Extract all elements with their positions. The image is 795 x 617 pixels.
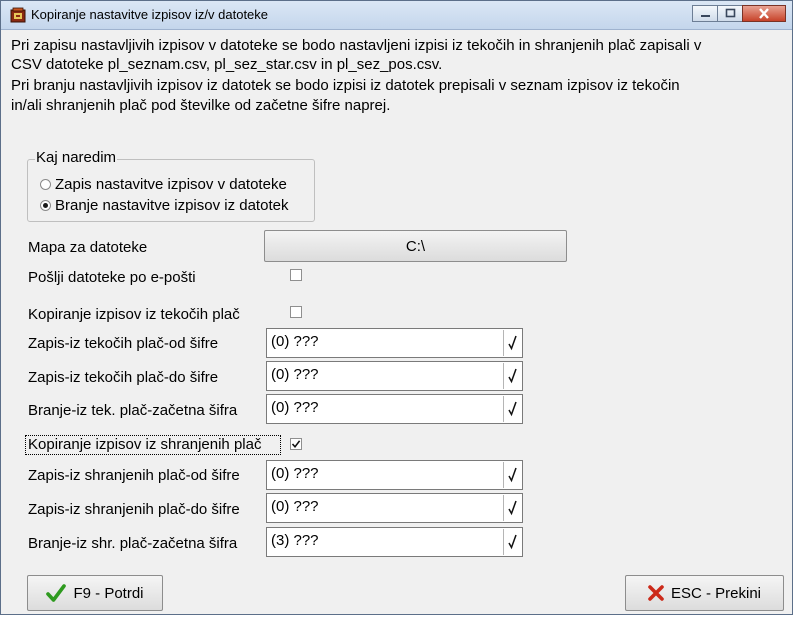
current-start-label: Branje-iz tek. plač-začetna šifra: [28, 402, 238, 419]
current-copy-checkbox[interactable]: [290, 306, 302, 318]
current-copy-label: Kopiranje izpisov iz tekočih plač: [28, 306, 240, 323]
check-picker-icon: [508, 368, 517, 384]
saved-to-field[interactable]: [266, 493, 523, 523]
confirm-button[interactable]: F9 - Potrdi: [27, 575, 163, 611]
description-line-3: Pri branju nastavljivih izpisov iz datot…: [11, 77, 680, 94]
current-start-input[interactable]: [271, 397, 496, 417]
maximize-button[interactable]: [717, 5, 743, 22]
email-checkbox[interactable]: [290, 269, 302, 281]
title-bar[interactable]: Kopiranje nastavitve izpisov iz/v datote…: [1, 1, 792, 30]
check-picker-icon: [508, 335, 517, 351]
x-icon: [648, 585, 664, 601]
email-label: Pošlji datoteke po e-pošti: [28, 269, 196, 286]
current-to-picker[interactable]: [503, 363, 521, 389]
dialog-content: Pri zapisu nastavljivih izpisov v datote…: [1, 30, 792, 614]
saved-from-input[interactable]: [271, 463, 496, 483]
checkmark-icon: [291, 440, 301, 449]
current-start-field[interactable]: [266, 394, 523, 424]
check-picker-icon: [508, 500, 517, 516]
cancel-button-label: ESC - Prekini: [670, 584, 762, 602]
folder-icon: [10, 7, 26, 23]
radio-read-option[interactable]: Branje nastavitve izpisov iz datotek: [40, 197, 288, 214]
check-picker-icon: [508, 467, 517, 483]
description-line-1: Pri zapisu nastavljivih izpisov v datote…: [11, 37, 702, 54]
window-title: Kopiranje nastavitve izpisov iz/v datote…: [31, 7, 269, 22]
current-to-input[interactable]: [271, 364, 496, 384]
current-start-picker[interactable]: [503, 396, 521, 422]
maximize-icon: [725, 8, 736, 18]
saved-start-input[interactable]: [271, 530, 496, 550]
saved-start-label: Branje-iz shr. plač-začetna šifra: [28, 535, 238, 552]
current-from-input[interactable]: [271, 331, 496, 351]
saved-copy-label: Kopiranje izpisov iz shranjenih plač: [28, 436, 262, 453]
action-group-legend: Kaj naredim: [35, 149, 118, 166]
check-picker-icon: [508, 401, 517, 417]
check-picker-icon: [508, 534, 517, 550]
close-button[interactable]: [742, 5, 786, 22]
saved-to-label: Zapis-iz shranjenih plač-do šifre: [28, 501, 240, 518]
confirm-button-label: F9 - Potrdi: [73, 584, 144, 602]
radio-write-label: Zapis nastavitve izpisov v datoteke: [55, 176, 287, 193]
current-from-field[interactable]: [266, 328, 523, 358]
saved-from-label: Zapis-iz shranjenih plač-od šifre: [28, 467, 240, 484]
description-line-2: CSV datoteke pl_seznam.csv, pl_sez_star.…: [11, 56, 443, 73]
saved-start-picker[interactable]: [503, 529, 521, 555]
minimize-icon: [701, 15, 710, 17]
cancel-button[interactable]: ESC - Prekini: [625, 575, 784, 611]
action-radio-group: Kaj naredim Zapis nastavitve izpisov v d…: [27, 149, 315, 222]
saved-start-field[interactable]: [266, 527, 523, 557]
current-from-label: Zapis-iz tekočih plač-od šifre: [28, 335, 219, 352]
saved-copy-checkbox[interactable]: [290, 438, 302, 450]
saved-from-field[interactable]: [266, 460, 523, 490]
saved-to-picker[interactable]: [503, 495, 521, 521]
current-to-field[interactable]: [266, 361, 523, 391]
folder-select-button[interactable]: C:\: [264, 230, 567, 262]
radio-read[interactable]: [40, 200, 51, 211]
radio-write[interactable]: [40, 179, 51, 190]
current-from-picker[interactable]: [503, 330, 521, 356]
saved-to-input[interactable]: [271, 496, 496, 516]
current-to-label: Zapis-iz tekočih plač-do šifre: [28, 369, 219, 386]
checkmark-icon: [46, 584, 67, 602]
close-icon: [759, 8, 769, 19]
radio-write-option[interactable]: Zapis nastavitve izpisov v datoteke: [40, 176, 287, 193]
saved-from-picker[interactable]: [503, 462, 521, 488]
window-controls: [692, 5, 786, 23]
minimize-button[interactable]: [692, 5, 718, 22]
description-line-4: in/ali shranjenih plač pod številke od z…: [11, 97, 391, 114]
folder-label: Mapa za datoteke: [28, 239, 148, 256]
dialog-window: Kopiranje nastavitve izpisov iz/v datote…: [0, 0, 793, 615]
radio-read-label: Branje nastavitve izpisov iz datotek: [55, 197, 289, 214]
